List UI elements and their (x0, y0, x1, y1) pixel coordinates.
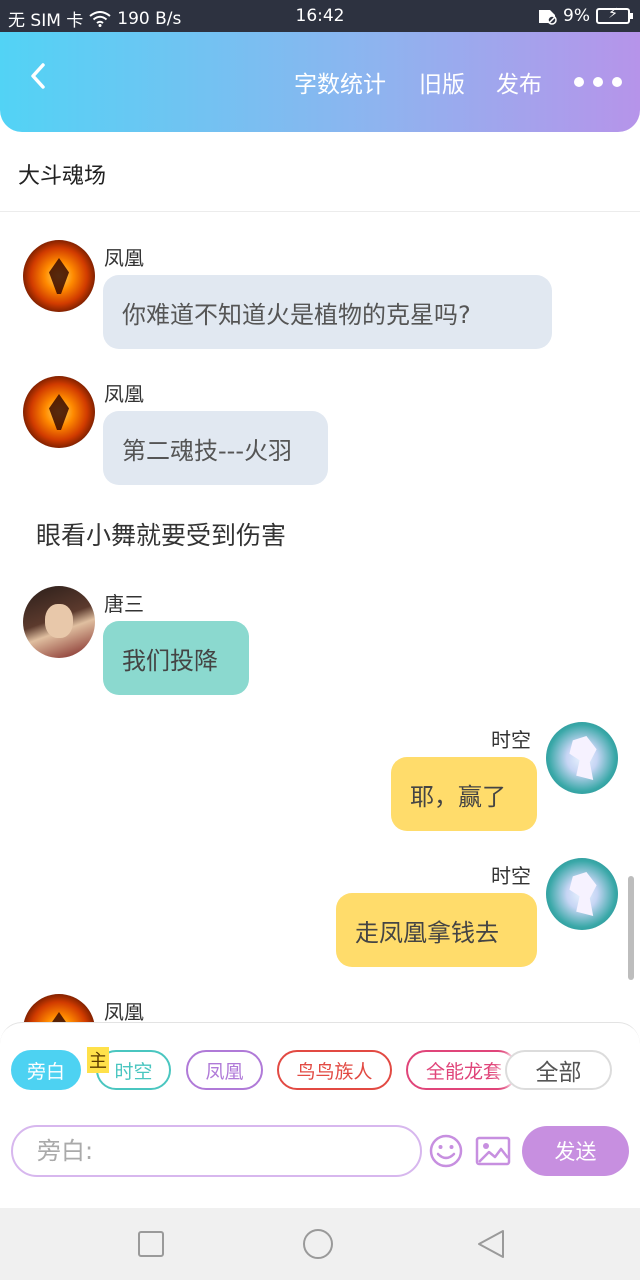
chip-fenghuang[interactable]: 凤凰 (186, 1050, 263, 1090)
speaker-name: 凤凰 (104, 1000, 144, 1022)
avatar-tangsan[interactable] (23, 586, 95, 658)
dot-icon (593, 77, 603, 87)
chevron-left-icon (31, 63, 45, 89)
speaker-name: 凤凰 (104, 382, 144, 406)
system-nav-bar (0, 1208, 640, 1280)
message-bubble[interactable]: 走凤凰拿钱去 (336, 893, 537, 967)
app-header: 字数统计 旧版 发布 (0, 32, 640, 132)
chip-niaoniao[interactable]: 鸟鸟族人 (277, 1050, 392, 1090)
input-row: 发送 (0, 1123, 640, 1179)
message-bubble[interactable]: 第二魂技---火羽 (103, 411, 328, 485)
word-count-button[interactable]: 字数统计 (294, 65, 386, 99)
document-title[interactable]: 大斗魂场 (18, 158, 106, 190)
chip-quanneng[interactable]: 全能龙套 (406, 1050, 518, 1090)
message-bubble[interactable]: 耶，赢了 (391, 757, 537, 831)
all-characters-button[interactable]: 全部 (505, 1050, 612, 1090)
compose-panel: 旁白 时空 主 凤凰 鸟鸟族人 全能龙套 全部 发送 (0, 1022, 640, 1208)
emoji-icon[interactable] (428, 1133, 464, 1169)
chat-list[interactable]: 凤凰 你难道不知道火是植物的克星吗? 凤凰 第二魂技---火羽 眼看小舞就要受到… (0, 212, 640, 1022)
main-character-badge: 主 (87, 1047, 109, 1073)
character-selector: 旁白 时空 主 凤凰 鸟鸟族人 全能龙套 全部 (0, 1047, 640, 1093)
recent-apps-icon[interactable] (135, 1228, 167, 1260)
speaker-name: 唐三 (104, 592, 144, 616)
speaker-name: 时空 (491, 728, 531, 752)
avatar-fenghuang[interactable] (23, 240, 95, 312)
dot-icon (612, 77, 622, 87)
status-right: 9% ⚡ (537, 6, 633, 26)
battery-icon: ⚡ (596, 6, 633, 24)
avatar-fenghuang[interactable] (23, 376, 95, 448)
avatar-fenghuang[interactable] (23, 994, 95, 1022)
battery-percent: 9% (563, 6, 590, 26)
status-bar: 无 SIM 卡 190 B/s 16:42 9% ⚡ (0, 0, 640, 32)
back-triangle-icon[interactable] (475, 1228, 507, 1260)
avatar-shikong[interactable] (546, 722, 618, 794)
send-button[interactable]: 发送 (522, 1126, 629, 1176)
avatar-shikong[interactable] (546, 858, 618, 930)
home-icon[interactable] (302, 1228, 334, 1260)
narration-text[interactable]: 眼看小舞就要受到伤害 (36, 516, 286, 552)
scrollbar[interactable] (628, 876, 634, 980)
message-bubble[interactable]: 我们投降 (103, 621, 249, 695)
message-bubble[interactable]: 你难道不知道火是植物的克星吗? (103, 275, 552, 349)
more-options-button[interactable] (574, 77, 622, 87)
speaker-name: 凤凰 (104, 246, 144, 270)
sim-off-icon (539, 10, 557, 25)
publish-button[interactable]: 发布 (496, 65, 542, 99)
speaker-name: 时空 (491, 864, 531, 888)
chip-pangbai[interactable]: 旁白 (11, 1050, 81, 1090)
old-version-button[interactable]: 旧版 (419, 65, 465, 99)
message-input[interactable] (11, 1125, 422, 1177)
back-button[interactable] (18, 56, 58, 96)
dot-icon (574, 77, 584, 87)
document-title-bar: 大斗魂场 (0, 132, 640, 212)
image-icon[interactable] (475, 1133, 511, 1169)
